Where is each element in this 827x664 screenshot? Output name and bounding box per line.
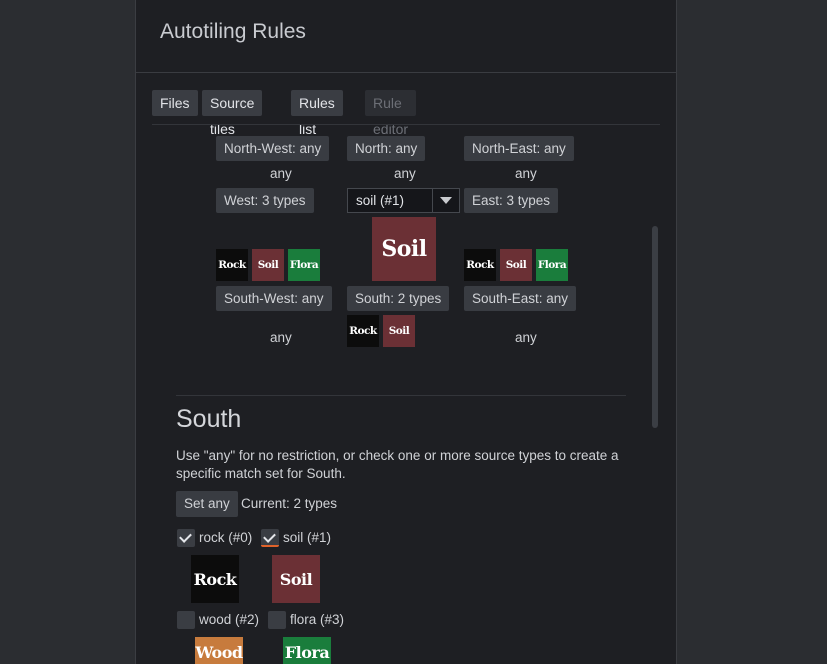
tab-source-tiles[interactable]: Source tiles	[202, 90, 263, 137]
east-button[interactable]: East: 3 types	[464, 188, 559, 213]
south-tile-soil: Soil	[383, 315, 415, 347]
flora-checkbox[interactable]	[268, 611, 286, 629]
section-description: Use "any" for no restriction, or check o…	[176, 448, 619, 481]
south-west-caption: any	[270, 330, 292, 345]
wood-tile: Wood	[195, 637, 243, 664]
south-west-button[interactable]: South-West: any	[216, 286, 332, 311]
north-east-button[interactable]: North-East: any	[464, 136, 574, 161]
soil-tile: Soil	[272, 555, 320, 603]
rock-label: rock (#0)	[199, 530, 253, 545]
north-east-caption: any	[515, 166, 537, 181]
north-west-caption: any	[270, 166, 292, 181]
tabs-divider	[152, 124, 660, 125]
flora-tile: Flora	[283, 637, 331, 664]
center-tile-preview: Soil	[372, 217, 436, 281]
east-tile-rock: Rock	[464, 249, 496, 281]
north-caption: any	[394, 166, 416, 181]
tab-files[interactable]: Files	[152, 90, 198, 116]
tab-rule-editor: Rule editor	[365, 90, 417, 137]
chevron-down-icon	[440, 197, 452, 204]
flora-label: flora (#3)	[290, 612, 345, 627]
south-east-caption: any	[515, 330, 537, 345]
current-match-text: Current: 2 types	[241, 496, 338, 511]
background-right	[677, 0, 827, 664]
center-tile-select[interactable]: soil (#1)	[347, 188, 460, 213]
north-button[interactable]: North: any	[347, 136, 426, 161]
rock-checkbox[interactable]	[177, 529, 195, 547]
south-tile-rock: Rock	[347, 315, 379, 347]
south-east-button[interactable]: South-East: any	[464, 286, 577, 311]
south-button[interactable]: South: 2 types	[347, 286, 450, 311]
wood-label: wood (#2)	[199, 612, 260, 627]
west-tile-soil: Soil	[252, 249, 284, 281]
east-tile-soil: Soil	[500, 249, 532, 281]
dropdown-toggle[interactable]	[432, 189, 459, 212]
soil-label: soil (#1)	[283, 530, 332, 545]
north-west-button[interactable]: North-West: any	[216, 136, 330, 161]
center-tile-value: soil (#1)	[356, 193, 405, 208]
west-button[interactable]: West: 3 types	[216, 188, 314, 213]
scrollbar[interactable]	[652, 226, 658, 428]
soil-checkbox[interactable]	[261, 529, 279, 547]
panel-title: Autotiling Rules	[160, 20, 306, 43]
tab-rules-list[interactable]: Rules list	[291, 90, 343, 137]
section-divider	[176, 395, 626, 396]
wood-checkbox[interactable]	[177, 611, 195, 629]
background-left	[0, 0, 135, 664]
section-title-south: South	[176, 405, 242, 433]
rock-tile: Rock	[191, 555, 239, 603]
title-divider	[136, 72, 676, 73]
autotiling-rules-panel: Autotiling Rules Files Source tiles Rule…	[135, 0, 677, 664]
west-tile-rock: Rock	[216, 249, 248, 281]
set-any-button[interactable]: Set any	[176, 491, 238, 517]
west-tile-flora: Flora	[288, 249, 320, 281]
east-tile-flora: Flora	[536, 249, 568, 281]
